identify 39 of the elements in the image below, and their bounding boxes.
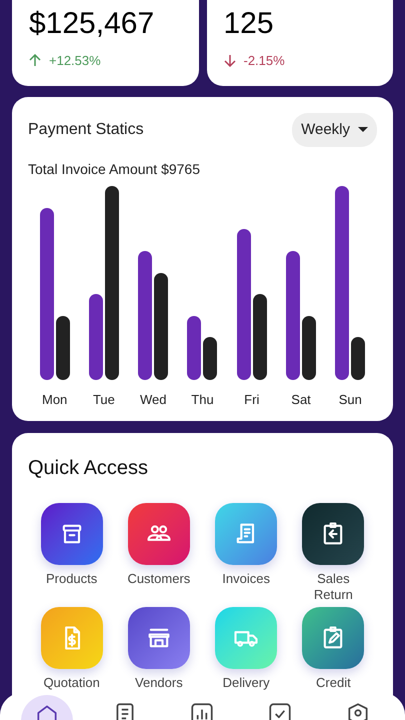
item-label: Sales Return: [312, 571, 354, 603]
item-label: Delivery: [222, 675, 271, 691]
checkbox-icon: [267, 701, 294, 720]
day-label: Mon: [40, 390, 68, 408]
chart-subtitle: Total Invoice Amount $9765: [28, 160, 202, 179]
chart-bar: [302, 316, 316, 380]
quick-access-item[interactable]: Quotation: [28, 607, 116, 691]
section-title: Quick Access: [28, 456, 150, 481]
quick-access-item[interactable]: Sales Return: [290, 503, 377, 603]
quick-access-item[interactable]: Customers: [115, 503, 202, 603]
stat-change: +12.53%: [49, 52, 101, 70]
day-label: Wed: [138, 390, 168, 408]
item-label: Vendors: [134, 675, 184, 691]
item-label: Products: [44, 571, 98, 587]
quick-access-item[interactable]: Invoices: [202, 503, 290, 603]
quick-access-item[interactable]: Products: [28, 503, 116, 603]
day-label: Tue: [92, 390, 116, 408]
day-label: Sun: [338, 390, 363, 408]
quick-access-item[interactable]: Vendors: [115, 607, 202, 691]
item-label: Credit: [315, 675, 352, 691]
day-label: Fri: [243, 390, 260, 408]
chart-title: Payment Statics: [28, 120, 144, 140]
stat-change: -2.15%: [244, 52, 285, 70]
day-label: Thu: [190, 390, 215, 408]
quick-access-item[interactable]: Credit: [290, 607, 377, 691]
chart-bar: [351, 336, 366, 380]
caret-icon: [358, 127, 368, 133]
item-label: Quotation: [42, 675, 101, 691]
quick-access-item[interactable]: Delivery: [202, 607, 290, 691]
item-label: Customers: [126, 571, 192, 587]
chart-bar: [56, 316, 70, 380]
day-label: Sat: [290, 390, 312, 408]
chart-bar: [203, 336, 218, 380]
chart-icon: [189, 701, 216, 720]
item-label: Invoices: [221, 571, 271, 587]
period-dropdown[interactable]: Weekly: [292, 113, 377, 147]
chart-bar: [187, 316, 202, 380]
stat-value: 125: [224, 6, 275, 42]
stat-value: $125,467: [29, 6, 156, 42]
